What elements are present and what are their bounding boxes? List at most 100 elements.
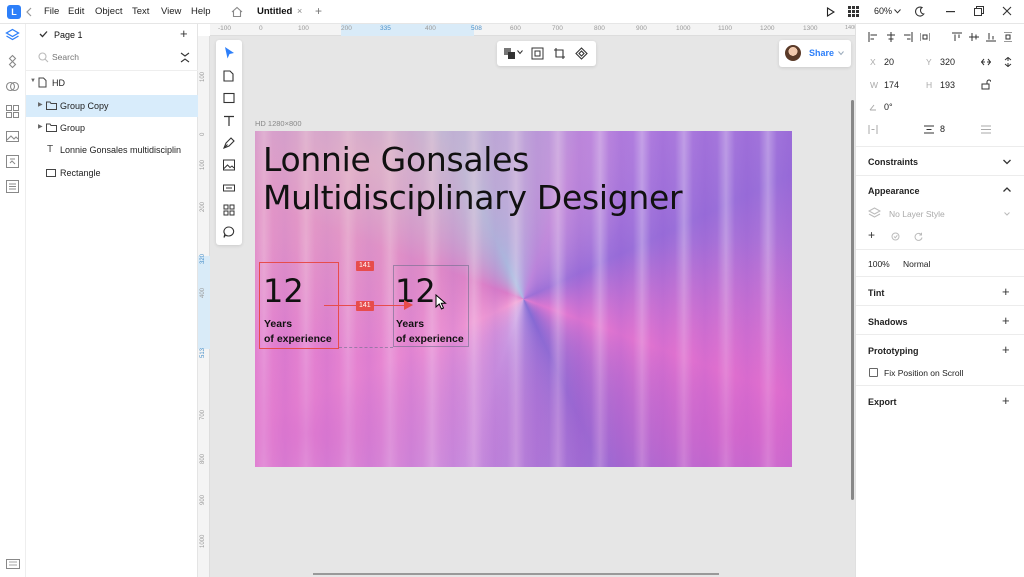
headline-text[interactable]: Lonnie Gonsales Multidisciplinary Design… — [263, 141, 783, 217]
chevron-down-icon[interactable] — [1002, 157, 1012, 167]
page-name[interactable]: Page 1 — [54, 30, 83, 40]
unlock-ratio-icon[interactable] — [981, 79, 991, 90]
image-tool-icon[interactable] — [222, 158, 236, 172]
zoom-level[interactable]: 60% — [874, 6, 892, 16]
tint-section[interactable]: Tint + — [856, 276, 1024, 299]
layer-style-chevron-icon[interactable] — [1004, 212, 1010, 216]
align-right-icon[interactable] — [903, 32, 913, 42]
expand-triangle-icon[interactable]: ▼ — [30, 78, 36, 84]
add-export-button[interactable]: + — [1002, 393, 1010, 408]
align-left-icon[interactable] — [868, 32, 878, 42]
minimize-icon[interactable] — [946, 11, 955, 13]
shadows-section[interactable]: Shadows + — [856, 305, 1024, 328]
arrange-chevron-icon[interactable] — [517, 50, 523, 55]
rotation-input[interactable]: 0° — [884, 102, 893, 112]
w-input[interactable]: 174 — [884, 80, 899, 90]
menu-help[interactable]: Help — [191, 6, 211, 17]
expand-triangle-icon[interactable]: ▶ — [38, 123, 43, 130]
flip-vertical-icon[interactable] — [1004, 57, 1012, 67]
menu-edit[interactable]: Edit — [68, 6, 84, 17]
x-input[interactable]: 20 — [884, 57, 894, 67]
components-tool-icon[interactable] — [222, 203, 236, 217]
close-window-icon[interactable] — [1002, 6, 1012, 16]
layer-item-rectangle[interactable]: Rectangle — [26, 162, 198, 184]
document-tab[interactable]: Untitled × — [250, 0, 310, 24]
avatar[interactable] — [785, 45, 801, 61]
menu-object[interactable]: Object — [95, 6, 122, 17]
fix-position-checkbox[interactable] — [869, 368, 878, 377]
component-diamond-icon[interactable] — [575, 47, 588, 60]
share-button[interactable]: Share — [809, 48, 834, 58]
home-icon[interactable] — [231, 6, 243, 18]
sync-style-icon[interactable] — [891, 232, 900, 241]
zoom-chevron-down-icon[interactable] — [894, 9, 901, 14]
spacing-input[interactable]: 8 — [940, 124, 945, 134]
pointer-tool-icon[interactable] — [222, 46, 236, 60]
constraints-section[interactable]: Constraints — [856, 146, 1024, 167]
back-chevron-icon[interactable] — [25, 7, 33, 17]
menu-file[interactable]: File — [44, 6, 59, 17]
add-style-button[interactable]: + — [868, 228, 875, 242]
canvas-horizontal-scrollbar[interactable] — [313, 573, 719, 575]
distribute-h-icon[interactable] — [920, 32, 930, 42]
app-logo-icon[interactable]: L — [7, 5, 21, 19]
button-tool-icon[interactable] — [222, 181, 236, 195]
styles-icon[interactable] — [5, 79, 20, 94]
align-center-h-icon[interactable] — [886, 32, 896, 42]
components-icon[interactable] — [5, 54, 20, 69]
align-bottom-icon[interactable] — [986, 32, 996, 42]
frame-selection-icon[interactable] — [531, 47, 544, 60]
blend-mode-dropdown[interactable]: Normal — [903, 259, 930, 269]
list-panel-icon[interactable] — [5, 179, 20, 194]
keyboard-icon[interactable] — [6, 559, 20, 569]
h-input[interactable]: 193 — [940, 80, 955, 90]
expand-triangle-icon[interactable]: ▶ — [38, 101, 43, 108]
comment-tool-icon[interactable] — [222, 225, 236, 239]
pen-tool-icon[interactable] — [222, 136, 236, 150]
align-middle-v-icon[interactable] — [969, 32, 979, 42]
spacing-options-icon[interactable] — [981, 125, 991, 134]
reset-style-icon[interactable] — [914, 232, 923, 241]
artboard-tool-icon[interactable] — [222, 69, 236, 83]
layer-item-group-copy[interactable]: ▶ Group Copy — [26, 95, 198, 117]
add-tab-button[interactable]: + — [315, 4, 322, 18]
restore-icon[interactable] — [974, 6, 984, 16]
images-icon[interactable] — [5, 129, 20, 144]
add-prototype-button[interactable]: + — [1002, 342, 1010, 357]
add-tint-button[interactable]: + — [1002, 284, 1010, 299]
rectangle-tool-icon[interactable] — [222, 91, 236, 105]
prototyping-section[interactable]: Prototyping + Fix Position on Scroll — [856, 334, 1024, 384]
layer-item-text[interactable]: T Lonnie Gonsales multidisciplin — [26, 139, 198, 161]
align-top-icon[interactable] — [952, 32, 962, 42]
play-icon[interactable] — [826, 7, 835, 17]
flip-horizontal-icon[interactable] — [981, 58, 991, 66]
tab-close-icon[interactable]: × — [297, 6, 302, 16]
text-tool-icon[interactable] — [222, 114, 236, 128]
padding-h-icon[interactable] — [868, 125, 878, 134]
appearance-section[interactable]: Appearance No Layer Style + 100% Normal — [856, 175, 1024, 272]
export-section[interactable]: Export + — [856, 385, 1024, 408]
add-shadow-button[interactable]: + — [1002, 313, 1010, 328]
layer-style-dropdown[interactable]: No Layer Style — [889, 209, 945, 219]
plugins-icon[interactable] — [5, 154, 20, 169]
share-chevron-icon[interactable] — [838, 51, 844, 56]
layers-search-input[interactable] — [52, 50, 162, 64]
layers-icon[interactable] — [5, 28, 20, 43]
layer-item-group[interactable]: ▶ Group — [26, 117, 198, 139]
chevron-up-icon[interactable] — [1002, 185, 1012, 195]
menu-view[interactable]: View — [161, 6, 181, 17]
arrange-icon[interactable] — [503, 47, 516, 60]
assets-icon[interactable] — [5, 104, 20, 119]
layer-item-hd[interactable]: ▼ HD — [26, 72, 198, 94]
grid-apps-icon[interactable] — [848, 6, 859, 17]
canvas-vertical-scrollbar[interactable] — [851, 100, 854, 500]
collapse-all-icon[interactable] — [180, 52, 190, 63]
crop-icon[interactable] — [553, 47, 566, 60]
artboard-frame-label[interactable]: HD 1280×800 — [255, 119, 302, 128]
distribute-v-icon[interactable] — [1003, 32, 1013, 42]
menu-text[interactable]: Text — [132, 6, 149, 17]
opacity-input[interactable]: 100% — [868, 259, 890, 269]
add-page-button[interactable]: + — [180, 26, 188, 41]
moon-icon[interactable] — [914, 6, 925, 17]
y-input[interactable]: 320 — [940, 57, 955, 67]
